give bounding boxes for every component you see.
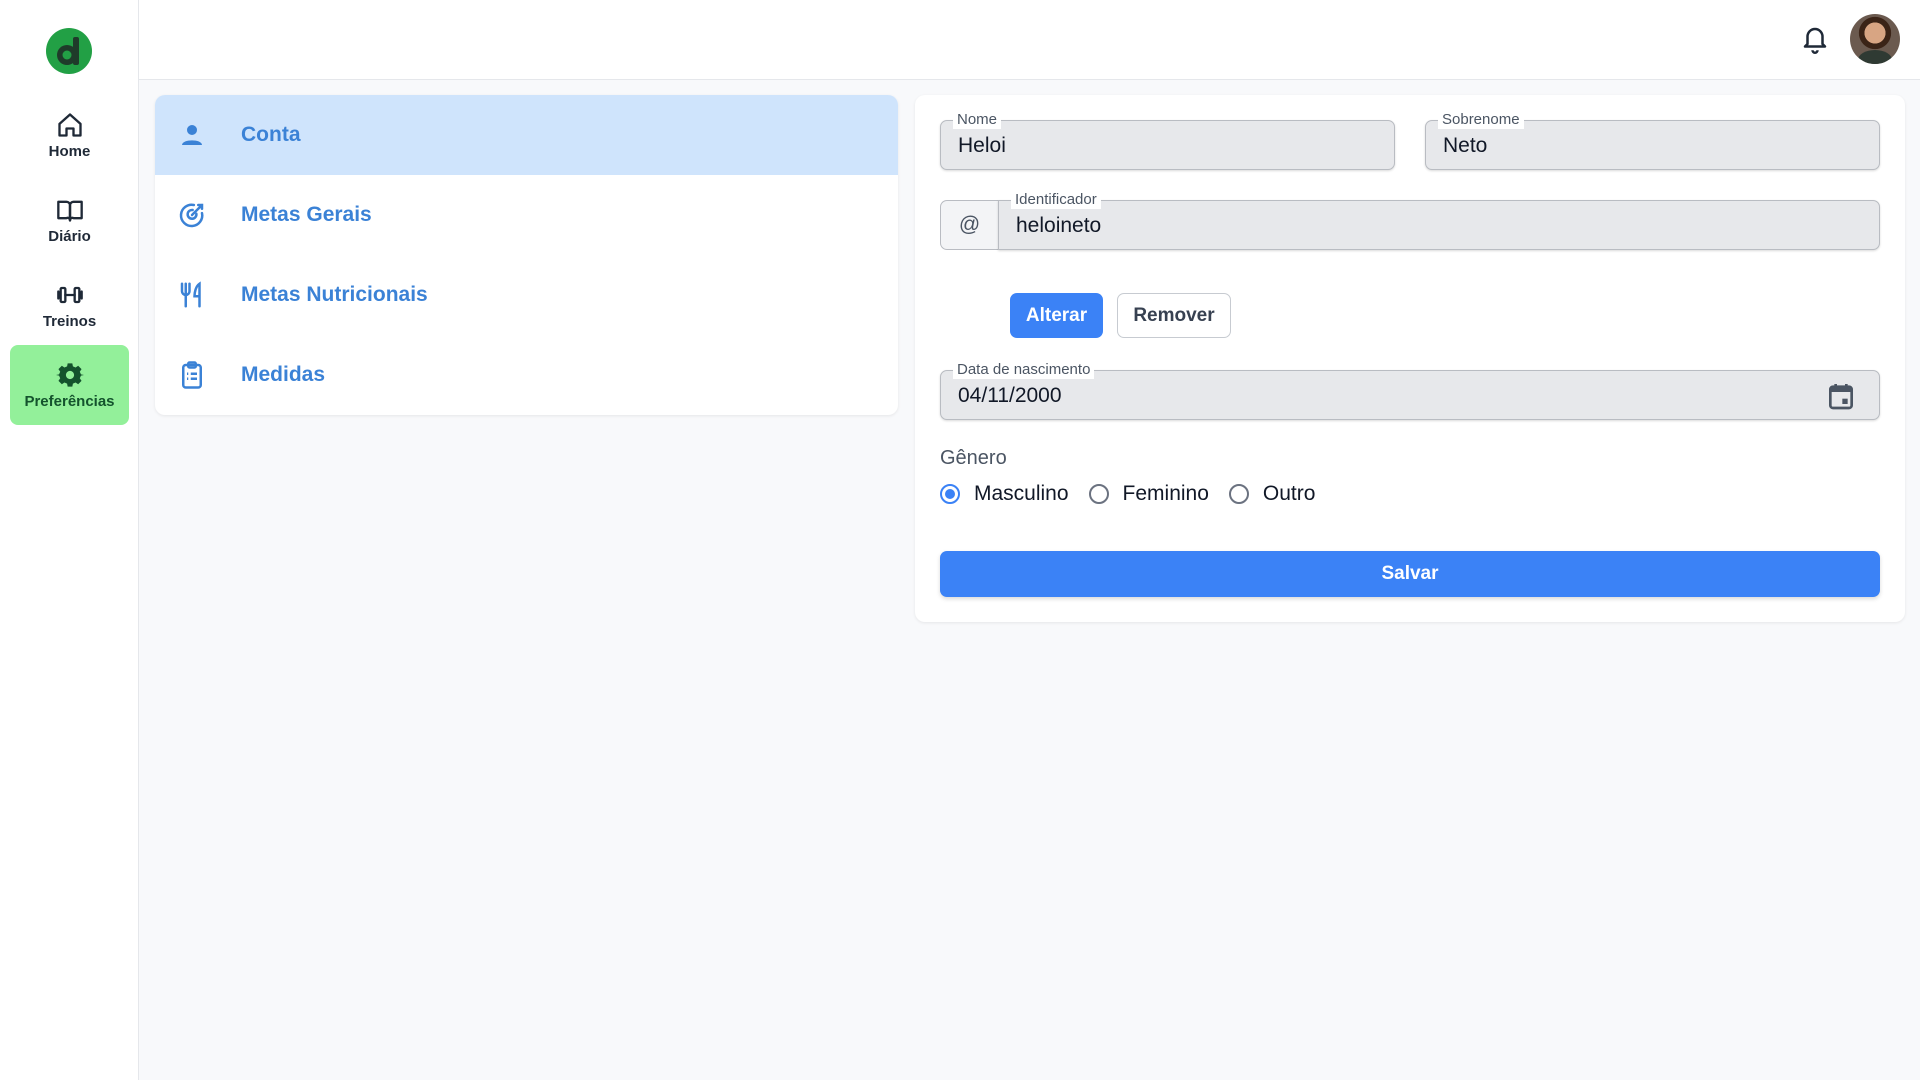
- menu-label-metas-nutricionais: Metas Nutricionais: [241, 283, 428, 306]
- menu-label-metas-gerais: Metas Gerais: [241, 203, 372, 226]
- identificador-field[interactable]: Identificador heloineto: [998, 191, 1880, 250]
- radio-feminino[interactable]: Feminino: [1088, 482, 1209, 506]
- radio-feminino-label: Feminino: [1122, 482, 1209, 505]
- sobrenome-value: Neto: [1443, 134, 1488, 157]
- nav-label-home: Home: [48, 142, 91, 160]
- person-icon: [182, 125, 202, 145]
- radio-feminino-dot[interactable]: [1088, 484, 1109, 504]
- nav-label-preferencias: Preferências: [24, 392, 115, 410]
- sobrenome-field[interactable]: Sobrenome Neto: [1425, 111, 1880, 170]
- identificador-label: Identificador: [1011, 191, 1101, 209]
- identificador-value: heloineto: [1016, 214, 1102, 237]
- dumbbell-icon: [56, 286, 83, 303]
- nav-item-preferencias[interactable]: Preferências: [10, 345, 129, 425]
- nav-item-home[interactable]: Home: [10, 95, 129, 175]
- nav-item-diario[interactable]: Diário: [10, 180, 129, 260]
- menu-item-conta[interactable]: Conta: [155, 95, 898, 175]
- menu-label-medidas: Medidas: [241, 363, 326, 386]
- nome-field[interactable]: Nome Heloi: [940, 111, 1395, 170]
- nav-rail: Home Diário Treinos Preferências: [0, 0, 139, 1080]
- nome-label: Nome: [953, 111, 1002, 129]
- clipboard-icon: [182, 361, 202, 389]
- top-bar: [139, 0, 1920, 80]
- fork-knife-icon: [180, 281, 201, 308]
- target-icon: [179, 203, 204, 228]
- calendar-icon[interactable]: [1825, 380, 1857, 412]
- sobrenome-label: Sobrenome: [1438, 111, 1524, 129]
- genero-label: Gênero: [940, 447, 1007, 469]
- data-nascimento-value: 04/11/2000: [958, 384, 1062, 407]
- gear-icon: [55, 362, 84, 387]
- home-icon: [57, 112, 82, 137]
- data-nascimento-label: Data de nascimento: [953, 361, 1095, 379]
- remover-button[interactable]: Remover: [1117, 293, 1231, 338]
- radio-masculino[interactable]: Masculino: [940, 482, 1069, 506]
- at-prefix: @: [940, 200, 998, 250]
- book-icon: [56, 200, 83, 222]
- radio-masculino-label: Masculino: [974, 482, 1069, 505]
- menu-item-metas-nutricionais[interactable]: Metas Nutricionais: [155, 255, 898, 335]
- radio-outro-label: Outro: [1262, 482, 1316, 505]
- bell-icon[interactable]: [1800, 24, 1830, 54]
- avatar[interactable]: [1850, 14, 1900, 64]
- alterar-button[interactable]: Alterar: [1010, 293, 1103, 338]
- menu-item-metas-gerais[interactable]: Metas Gerais: [155, 175, 898, 255]
- radio-masculino-dot[interactable]: [940, 484, 960, 504]
- nome-value: Heloi: [958, 134, 1006, 157]
- nav-label-treinos: Treinos: [42, 312, 97, 330]
- data-nascimento-field[interactable]: Data de nascimento 04/11/2000: [940, 361, 1880, 420]
- radio-outro-dot[interactable]: [1228, 484, 1249, 504]
- nav-label-diario: Diário: [48, 227, 91, 245]
- nav-item-treinos[interactable]: Treinos: [10, 265, 129, 345]
- menu-label-conta: Conta: [241, 123, 301, 146]
- settings-menu: Conta Metas Gerais Metas Nutricionais Me…: [155, 95, 898, 415]
- menu-item-medidas[interactable]: Medidas: [155, 335, 898, 415]
- salvar-button[interactable]: Salvar: [940, 551, 1880, 597]
- app-logo[interactable]: [46, 28, 92, 74]
- radio-outro[interactable]: Outro: [1228, 482, 1316, 506]
- account-form: Nome Heloi Sobrenome Neto @ Identificado…: [915, 95, 1905, 622]
- genero-radio-group: Masculino Feminino Outro: [940, 482, 1335, 506]
